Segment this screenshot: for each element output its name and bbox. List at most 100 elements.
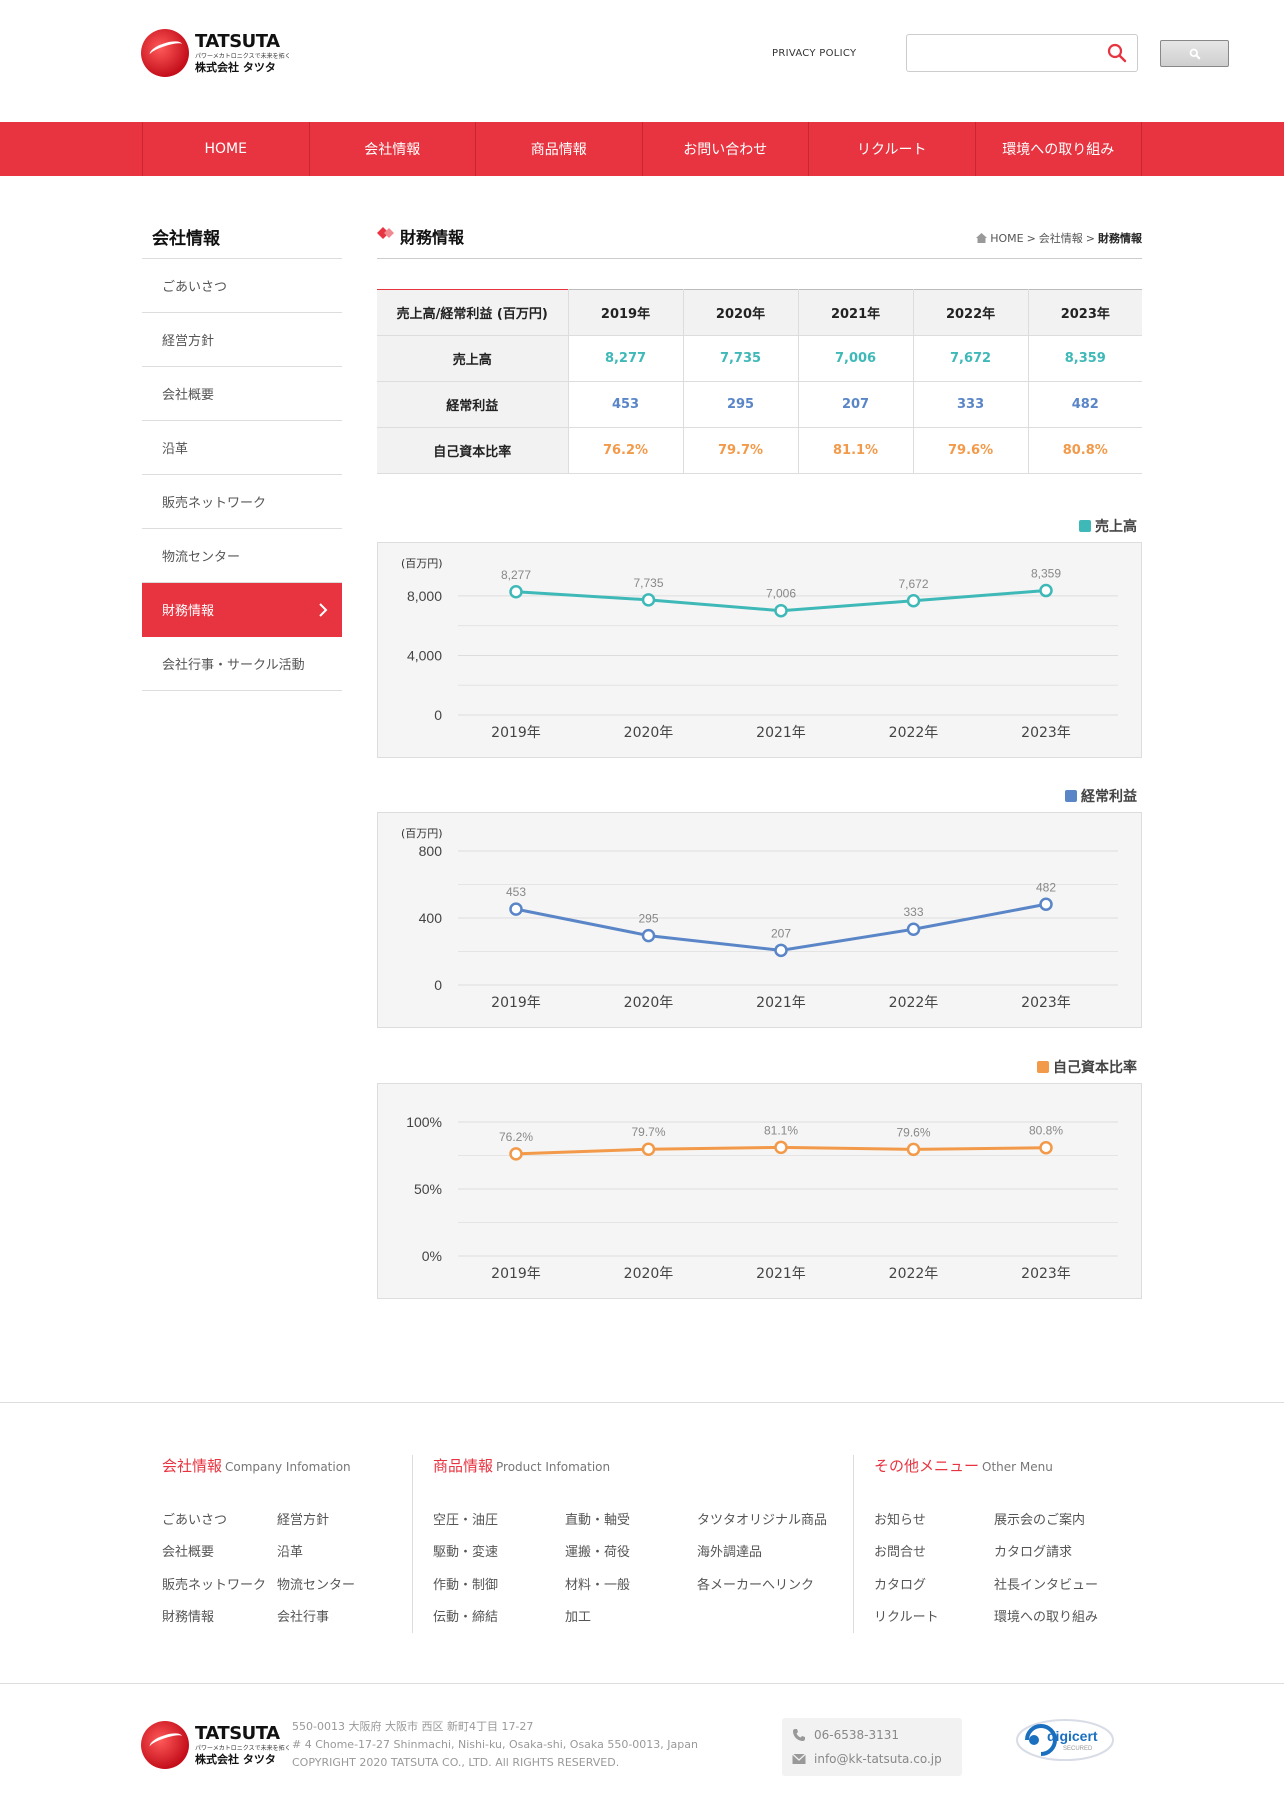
footer-link[interactable]: 加工 [565, 1606, 591, 1625]
digicert-badge[interactable]: digicert SECURED [1015, 1716, 1117, 1764]
diamond-icon [377, 227, 394, 239]
footer-link[interactable]: 物流センター [277, 1574, 355, 1593]
sales-chart: 0 4,000 8,000 (百万円) 2019年 2020年 2021年 2022年 2023… [377, 542, 1142, 758]
footer-link[interactable]: 作動・制御 [433, 1574, 498, 1593]
brand-logo[interactable]: TATSUTA パワーメカトロニクスで未来を拓く 株式会社 タツタ [141, 28, 291, 78]
footer-link[interactable]: 会社行事 [277, 1606, 329, 1625]
footer-link[interactable]: カタログ請求 [994, 1541, 1072, 1560]
search-input[interactable] [906, 34, 1138, 72]
footer-link[interactable]: 運搬・荷役 [565, 1541, 630, 1560]
footer-link[interactable]: タツタオリジナル商品 [697, 1509, 827, 1528]
nav-item-company[interactable]: 会社情報 [310, 122, 476, 176]
privacy-policy-link[interactable]: PRIVACY POLICY [772, 48, 856, 59]
x-tick-label: 2023年 [1021, 1266, 1071, 1282]
chart-legend-profit: 経常利益 [1065, 786, 1137, 806]
nav-item-environment[interactable]: 環境への取り組み [976, 122, 1142, 176]
x-tick-label: 2022年 [889, 1266, 939, 1282]
logo-mark-icon [141, 1721, 189, 1769]
x-tick-label: 2021年 [756, 725, 806, 741]
sidebar-item-network[interactable]: 販売ネットワーク [142, 475, 342, 529]
sidebar-item-overview[interactable]: 会社概要 [142, 367, 342, 421]
sidebar-item-logistics[interactable]: 物流センター [142, 529, 342, 583]
footer-link[interactable]: 伝動・締結 [433, 1606, 498, 1625]
x-tick-label: 2023年 [1021, 995, 1071, 1011]
data-point [1039, 897, 1053, 912]
footer-link[interactable]: お問合せ [874, 1541, 926, 1560]
footer-link[interactable]: 沿革 [277, 1541, 303, 1560]
nav-item-recruit[interactable]: リクルート [809, 122, 976, 176]
y-tick-label: 8,000 [407, 588, 442, 604]
search-icon [1107, 43, 1127, 63]
footer-link[interactable]: 販売ネットワーク [162, 1574, 266, 1593]
data-label: 76.2% [499, 1130, 533, 1144]
profit-chart: 0 400 800 (百万円) 2019年 2020年 2021年 2022年 2023年 453… [377, 812, 1142, 1028]
footer-col-title-en: Other Menu [982, 1460, 1053, 1474]
data-point [641, 928, 656, 943]
page-title-bar: 財務情報 HOME > 会社情報 > 財務情報 [377, 222, 1142, 259]
data-label: 8,359 [1031, 567, 1061, 581]
nav-item-home[interactable]: HOME [143, 122, 310, 176]
x-tick-label: 2019年 [491, 725, 541, 741]
footer-logo[interactable]: TATSUTA パワーメカトロニクスで未来を拓く 株式会社 タツタ [141, 1720, 291, 1770]
financial-table: 売上高/経常利益 (百万円) 2019年 2020年 2021年 2022年 2… [377, 289, 1142, 474]
data-point [774, 603, 788, 618]
sidebar-item-greeting[interactable]: ごあいさつ [142, 259, 342, 313]
legend-label: 自己資本比率 [1053, 1060, 1137, 1076]
breadcrumb-home[interactable]: HOME [990, 232, 1023, 245]
nav-item-products[interactable]: 商品情報 [476, 122, 643, 176]
contact-box: 06-6538-3131 info@kk-tatsuta.co.jp [782, 1718, 962, 1776]
footer-link[interactable]: ごあいさつ [162, 1509, 227, 1528]
footer-link[interactable]: 材料・一般 [565, 1574, 630, 1593]
footer-link[interactable]: 社長インタビュー [994, 1574, 1098, 1593]
nav-item-contact[interactable]: お問い合わせ [643, 122, 809, 176]
footer-link[interactable]: カタログ [874, 1574, 926, 1593]
site-header: TATSUTA パワーメカトロニクスで未来を拓く 株式会社 タツタ PRIVAC… [0, 0, 1284, 122]
contact-phone[interactable]: 06-6538-3131 [792, 1728, 899, 1742]
search-button[interactable] [1160, 40, 1229, 67]
data-label: 482 [1036, 880, 1056, 894]
brand-tagline: パワーメカトロニクスで未来を拓く [195, 1745, 291, 1752]
table-header-row: 売上高/経常利益 (百万円) 2019年 2020年 2021年 2022年 2… [377, 289, 1142, 336]
data-point [509, 902, 523, 916]
footer-link[interactable]: 経営方針 [277, 1509, 329, 1528]
breadcrumb-current: 財務情報 [1098, 232, 1142, 245]
data-point [1039, 583, 1053, 598]
footer-link[interactable]: 展示会のご案内 [994, 1509, 1085, 1528]
footer-col-divider [853, 1455, 854, 1633]
contact-email[interactable]: info@kk-tatsuta.co.jp [792, 1752, 942, 1766]
footer-link[interactable]: 空圧・油圧 [433, 1509, 498, 1528]
sidebar-menu: ごあいさつ 経営方針 会社概要 沿革 販売ネットワーク 物流センター 財務情報 … [142, 258, 342, 691]
table-cell: 79.6% [913, 427, 1029, 474]
footer-link[interactable]: 会社概要 [162, 1541, 214, 1560]
sidebar-item-finance[interactable]: 財務情報 [142, 583, 342, 637]
x-tick-label: 2020年 [624, 725, 674, 741]
x-tick-label: 2019年 [491, 1266, 541, 1282]
data-point [774, 943, 788, 958]
legend-swatch [1079, 520, 1091, 532]
footer-link[interactable]: 財務情報 [162, 1606, 214, 1625]
footer-link[interactable]: 海外調達品 [697, 1541, 762, 1560]
sidebar-item-policy[interactable]: 経営方針 [142, 313, 342, 367]
sidebar-item-events[interactable]: 会社行事・サークル活動 [142, 637, 342, 691]
footer-link[interactable]: リクルート [874, 1606, 939, 1625]
data-label: 453 [506, 885, 526, 899]
table-cell: 80.8% [1028, 427, 1142, 474]
y-tick-label: 50% [414, 1181, 442, 1197]
mail-icon [792, 1753, 806, 1764]
breadcrumb-company[interactable]: 会社情報 [1039, 230, 1083, 246]
footer-col-products: 商品情報 Product Infomation [433, 1455, 610, 1476]
footer-col-title-en: Product Infomation [496, 1460, 611, 1474]
y-tick-label: 100% [406, 1114, 442, 1130]
search-button-icon [1189, 48, 1200, 59]
footer-link[interactable]: 環境への取り組み [994, 1606, 1098, 1625]
home-icon [976, 233, 988, 243]
table-corner-cell: 売上高/経常利益 (百万円) [377, 289, 569, 336]
sidebar-item-history[interactable]: 沿革 [142, 421, 342, 475]
footer-link[interactable]: お知らせ [874, 1509, 926, 1528]
table-cell: 333 [913, 381, 1029, 428]
footer-link[interactable]: 駆動・変速 [433, 1541, 498, 1560]
data-point [906, 1142, 921, 1157]
chart-legend-sales: 売上高 [1079, 516, 1137, 536]
footer-link[interactable]: 直動・軸受 [565, 1509, 630, 1528]
footer-link[interactable]: 各メーカーへリンク [697, 1574, 814, 1593]
